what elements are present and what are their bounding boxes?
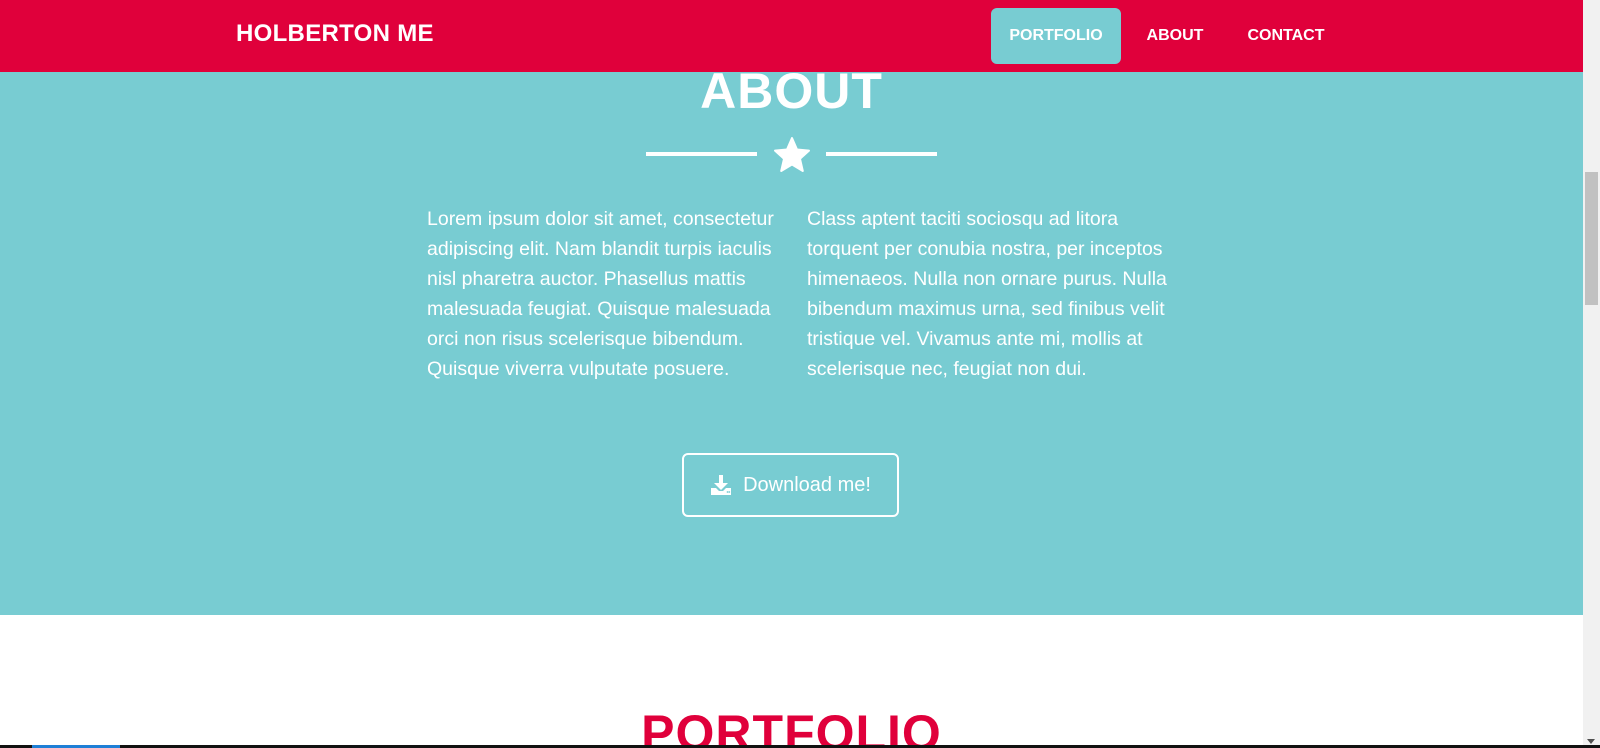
download-button[interactable]: Download me!: [682, 453, 899, 517]
nav-link-about[interactable]: ABOUT: [1130, 8, 1220, 64]
portfolio-title: PORTFOLIO: [641, 705, 942, 748]
divider-line-right: [826, 152, 937, 156]
about-section: ABOUT Lorem ipsum dolor sit amet, consec…: [0, 0, 1583, 615]
download-icon: [711, 475, 732, 495]
about-paragraph-right: Class aptent taciti sociosqu ad litora t…: [807, 208, 1167, 380]
nav-link-contact[interactable]: CONTACT: [1236, 8, 1336, 64]
scroll-down-arrow-icon[interactable]: [1587, 739, 1595, 744]
about-paragraph-left: Lorem ipsum dolor sit amet, consectetur …: [427, 208, 774, 380]
browser-viewport: ABOUT Lorem ipsum dolor sit amet, consec…: [0, 0, 1600, 748]
star-icon: [774, 137, 810, 172]
vertical-scrollbar[interactable]: [1583, 0, 1600, 748]
divider-line-left: [646, 152, 757, 156]
page: ABOUT Lorem ipsum dolor sit amet, consec…: [0, 0, 1583, 748]
nav-link-portfolio[interactable]: PORTFOLIO: [991, 8, 1121, 64]
brand-logo[interactable]: HOLBERTON ME: [236, 20, 434, 48]
download-button-label: Download me!: [743, 473, 871, 496]
navbar: HOLBERTON ME PORTFOLIO ABOUT CONTACT: [0, 0, 1583, 72]
scrollbar-thumb[interactable]: [1585, 172, 1598, 305]
